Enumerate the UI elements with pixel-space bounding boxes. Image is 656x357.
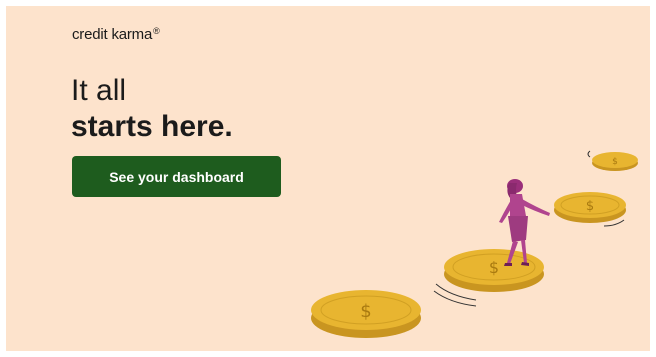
svg-text:$: $ — [612, 157, 618, 167]
coin-icon: $ — [587, 150, 638, 171]
coins-illustration: $ $ $ $ — [311, 150, 638, 338]
coin-icon: $ — [311, 290, 421, 338]
svg-text:$: $ — [489, 258, 499, 277]
svg-text:$: $ — [586, 199, 594, 214]
svg-text:$: $ — [360, 301, 371, 322]
coin-icon: $ — [433, 249, 544, 307]
hero-banner: credit karma® It all starts here. See yo… — [6, 6, 650, 351]
coin-icon: $ — [554, 192, 626, 227]
